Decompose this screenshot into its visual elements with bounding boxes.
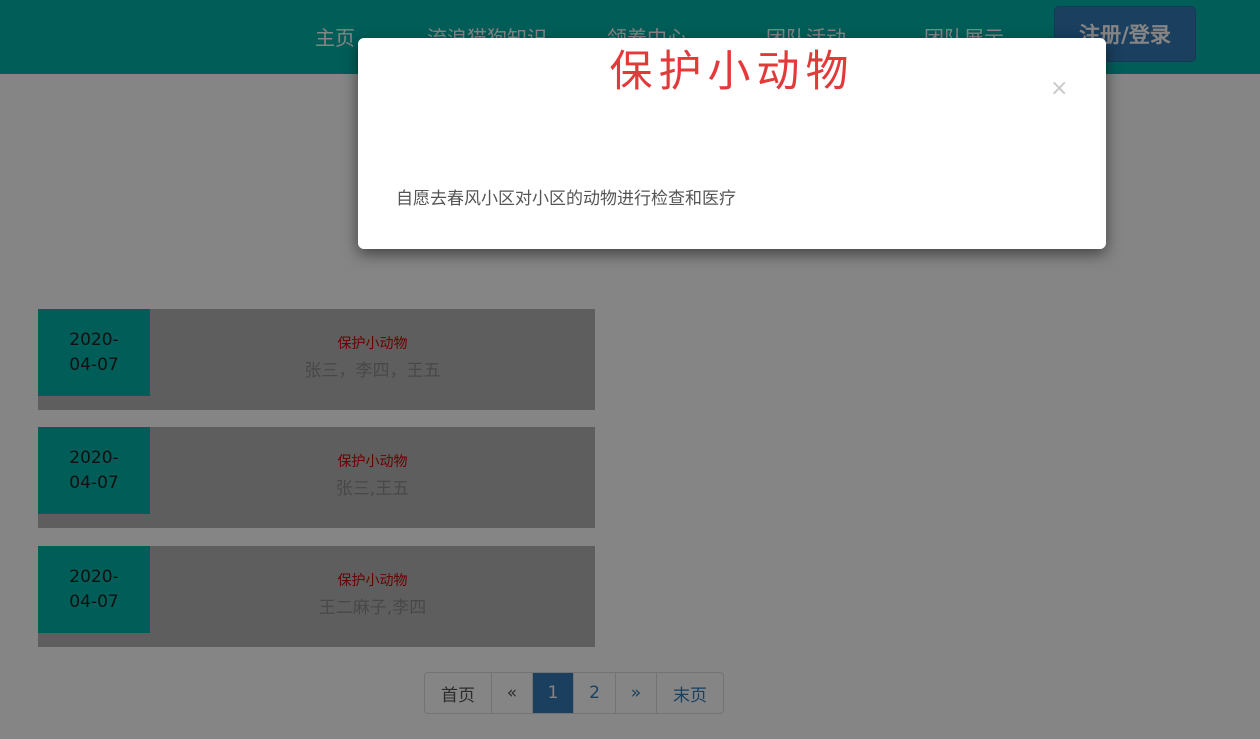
modal-description: 自愿去春风小区对小区的动物进行检查和医疗 bbox=[396, 189, 736, 209]
modal-title: 保护小动物 bbox=[609, 47, 855, 97]
close-icon[interactable]: × bbox=[1050, 78, 1068, 100]
